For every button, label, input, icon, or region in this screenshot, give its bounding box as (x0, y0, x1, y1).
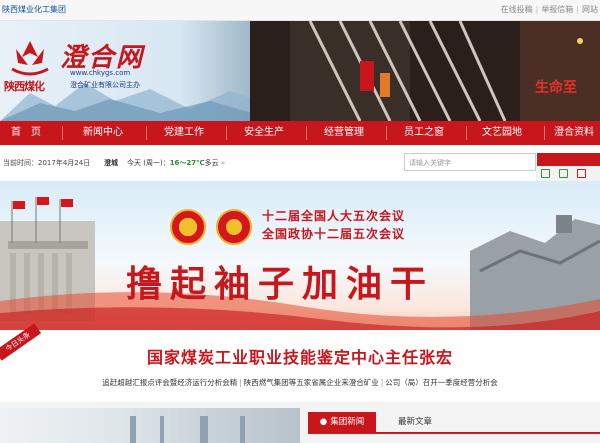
cppcc-emblem-icon (216, 209, 252, 245)
sub-news-link[interactable]: 陕西燃气集团等五家省属企业来澄合矿业 (244, 378, 379, 387)
save-icon[interactable] (559, 169, 568, 178)
top-right-links: 在线投稿 | 举报信箱 | 网站 (500, 5, 598, 14)
site-header: 陕西煤化 澄合网 www.chkygs.com 澄合矿业有限公司主办 生命至 (0, 21, 600, 121)
site-link[interactable]: 网站 (582, 5, 598, 14)
shaanxi-coal-logo-icon (11, 41, 49, 76)
headline-sub-news: 追赶超越汇报点评会暨经济运行分析会精 | 陕西燃气集团等五家省属企业来澄合矿业 | 公司… (102, 378, 498, 387)
sub-news-link[interactable]: 追赶超越汇报点评会暨经济运行分析会精 (102, 378, 237, 387)
national-emblem-icon (170, 209, 206, 245)
current-date: 当前时间：2017年4月24日 (3, 159, 91, 167)
hero-banner[interactable]: 十二届全国人大五次会议 全国政协十二届五次会议 撸起袖子加油干 (0, 181, 600, 330)
weather-temp: 16～27℃ (169, 159, 205, 167)
tab-latest-articles[interactable]: 最新文章 (398, 412, 432, 432)
sub-news-link[interactable]: 公司（局）召开一季度经营分析会 (385, 378, 498, 387)
main-nav: 首 页 新闻中心 党建工作 安全生产 经营管理 员工之窗 文艺园地 澄合资料 (0, 121, 600, 145)
weather-day: 今天 (周一)： (127, 159, 170, 167)
news-photo[interactable] (0, 408, 300, 443)
submit-article-link[interactable]: 在线投稿 (501, 5, 533, 14)
tunnel-sign-text: 生命至 (535, 80, 577, 96)
tab-group-news[interactable]: ● 集团新闻 (308, 412, 376, 432)
nav-chenghe-archive[interactable]: 澄合资料 (548, 121, 600, 145)
tab-group-news-label: 集团新闻 (330, 417, 365, 427)
banner-line-cppcc: 全国政协十二届五次会议 (262, 227, 406, 241)
site-url: www.chkygs.com (70, 69, 131, 77)
news-tabs: ● 集团新闻 最新文章 (308, 412, 600, 434)
banner-line-npc: 十二届全国人大五次会议 (262, 209, 406, 223)
headline-title[interactable]: 国家煤炭工业职业技能鉴定中心主任张宏 (0, 344, 600, 368)
weather-desc: 多云 (204, 159, 219, 167)
banner-slogan: 撸起袖子加油干 (126, 263, 435, 305)
top-bar: 陕西煤业化工集团 在线投稿 | 举报信箱 | 网站 (0, 0, 600, 21)
more-weather-icon[interactable]: » (221, 159, 225, 167)
group-home-link[interactable]: 陕西煤业化工集团 (2, 4, 66, 15)
coal-mine-tunnel-image (250, 21, 600, 121)
page-tools (536, 166, 600, 181)
nav-employee-window[interactable]: 员工之窗 (391, 121, 457, 145)
share-icon[interactable] (577, 169, 586, 178)
report-mailbox-link[interactable]: 举报信箱 (541, 5, 573, 14)
nav-news-center[interactable]: 新闻中心 (70, 121, 136, 145)
nav-arts-garden[interactable]: 文艺园地 (471, 121, 533, 145)
nav-party-building[interactable]: 党建工作 (151, 121, 217, 145)
nav-operation-management[interactable]: 经营管理 (311, 121, 377, 145)
headline-section: 今日头条 国家煤炭工业职业技能鉴定中心主任张宏 追赶超越汇报点评会暨经济运行分析… (0, 323, 600, 400)
nav-safety-production[interactable]: 安全生产 (231, 121, 297, 145)
fullscreen-icon[interactable] (541, 169, 550, 178)
site-subtitle: 澄合矿业有限公司主办 (70, 81, 140, 89)
shaanxi-coal-logo-text: 陕西煤化 (4, 80, 45, 93)
nav-home[interactable]: 首 页 (0, 121, 52, 145)
weather-forecast: 今天 (周一)：16～27℃多云 » (127, 158, 225, 168)
bullet-icon: ● (319, 417, 328, 427)
search-input[interactable]: 请输入关键字 (404, 153, 536, 171)
weather-city: 澄城 (104, 159, 118, 167)
